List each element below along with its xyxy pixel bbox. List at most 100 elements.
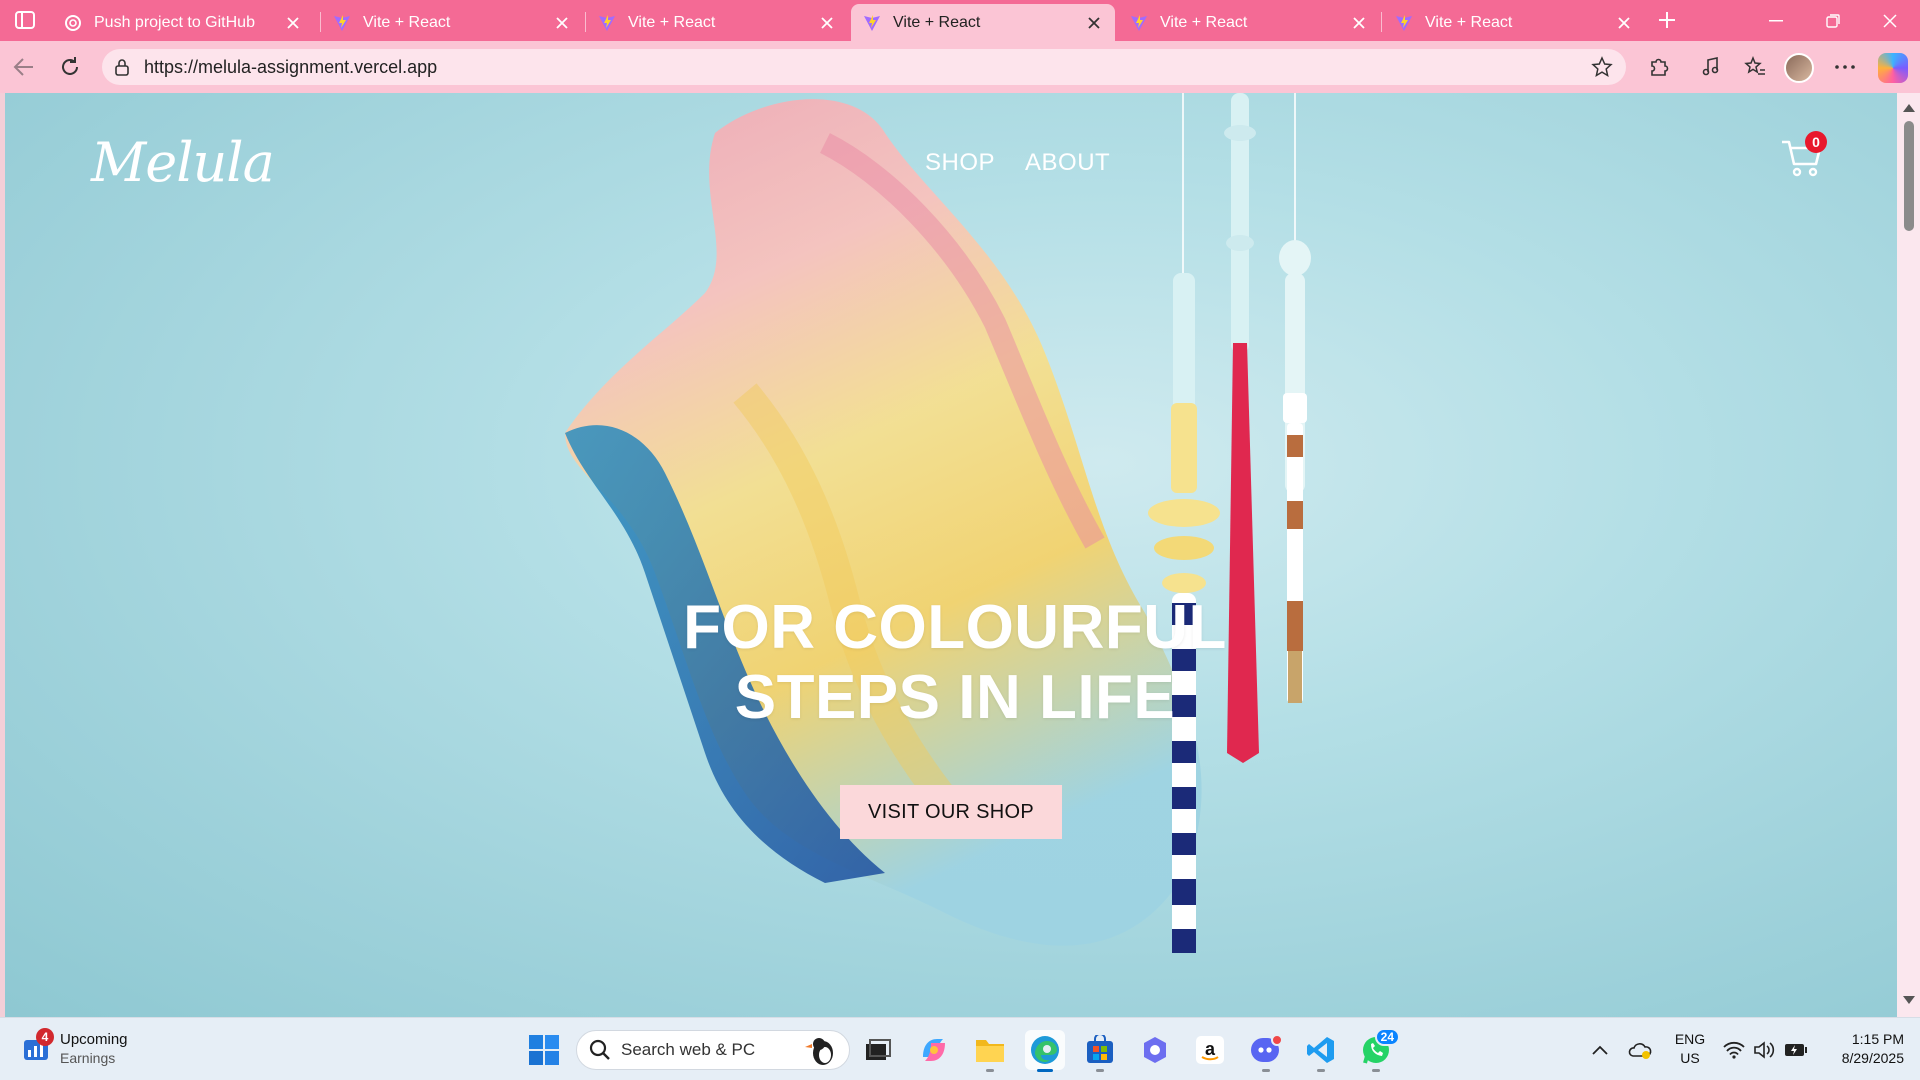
restore-icon <box>1826 13 1840 28</box>
puzzle-icon <box>1651 58 1669 76</box>
file-explorer-icon <box>976 1040 1004 1062</box>
extensions-button[interactable] <box>1644 52 1674 82</box>
chart-widget-icon: 4 <box>22 1028 54 1064</box>
restore-button[interactable] <box>1805 0 1861 41</box>
tab-vite-react-2[interactable]: Vite + React <box>586 4 848 41</box>
new-tab-button[interactable] <box>1652 6 1682 34</box>
tab-title: Vite + React <box>893 13 981 31</box>
refresh-icon <box>62 57 78 75</box>
widgets-button[interactable]: 4 Upcoming Earnings <box>22 1028 128 1068</box>
nav-link-about[interactable]: ABOUT <box>1025 149 1110 177</box>
vite-icon <box>1396 14 1412 31</box>
scroll-up-arrow-icon[interactable] <box>1902 101 1916 115</box>
tab-vite-react-5[interactable]: Vite + React <box>1383 4 1645 41</box>
tab-title: Push project to GitHub <box>94 13 255 31</box>
vite-icon <box>1131 14 1147 31</box>
widget-badge: 4 <box>36 1028 54 1046</box>
site-logo[interactable]: Melula <box>91 131 275 194</box>
taskbar-search[interactable]: Search web & PC <box>576 1030 850 1070</box>
puffin-icon <box>805 1038 833 1065</box>
vite-icon <box>599 14 615 31</box>
media-button[interactable] <box>1696 52 1726 82</box>
back-button[interactable] <box>8 51 40 83</box>
close-icon[interactable] <box>1615 14 1633 32</box>
close-icon[interactable] <box>818 14 836 32</box>
tab-vite-react-4[interactable]: Vite + React <box>1118 4 1380 41</box>
tab-vite-react-1[interactable]: Vite + React <box>321 4 583 41</box>
page-scrollbar[interactable] <box>1897 93 1920 1017</box>
clock-date: 8/29/2025 <box>1841 1050 1904 1066</box>
favorites-list-icon <box>1744 56 1765 75</box>
tab-panel-icon <box>15 11 35 29</box>
task-view-icon <box>866 1039 891 1060</box>
favorites-button[interactable] <box>1740 52 1770 82</box>
widget-title: Upcoming <box>60 1031 128 1048</box>
scroll-thumb[interactable] <box>1904 121 1914 231</box>
copilot-app-button[interactable] <box>914 1030 954 1070</box>
file-explorer-button[interactable] <box>970 1030 1010 1072</box>
system-clock[interactable]: 1:15 PM 8/29/2025 <box>1820 1030 1904 1068</box>
profile-avatar[interactable] <box>1784 53 1814 83</box>
edge-button[interactable] <box>1025 1030 1065 1072</box>
hero-title: FOR COLOURFUL STEPS IN LIFE <box>625 593 1285 733</box>
clock-time: 1:15 PM <box>1851 1031 1904 1047</box>
cart-count-badge: 0 <box>1805 131 1827 153</box>
minimize-button[interactable] <box>1748 0 1804 41</box>
app-icon <box>1144 1037 1166 1063</box>
task-view-button[interactable] <box>858 1030 898 1070</box>
refresh-button[interactable] <box>54 51 86 83</box>
volume-status[interactable] <box>1752 1038 1776 1062</box>
edge-icon <box>1031 1036 1059 1064</box>
close-icon[interactable] <box>553 14 571 32</box>
search-icon <box>589 1039 610 1060</box>
settings-more-button[interactable] <box>1830 52 1860 82</box>
windows-start-icon[interactable] <box>528 1034 560 1066</box>
amazon-button[interactable]: a <box>1190 1030 1230 1070</box>
show-hidden-icons-button[interactable] <box>1588 1038 1612 1062</box>
nav-link-shop[interactable]: SHOP <box>925 149 995 177</box>
url-text[interactable]: https://melula-assignment.vercel.app <box>144 57 1588 78</box>
battery-charging-icon <box>1785 1044 1807 1056</box>
svg-text:a: a <box>1205 1039 1216 1059</box>
battery-status[interactable] <box>1784 1038 1808 1062</box>
tab-title: Vite + React <box>1160 13 1248 31</box>
app-button[interactable] <box>1135 1030 1175 1070</box>
hero-background-image <box>565 93 1311 953</box>
tab-push-project[interactable]: Push project to GitHub <box>52 4 314 41</box>
copilot-icon[interactable] <box>1878 53 1908 83</box>
plus-icon <box>1659 12 1675 28</box>
tab-strip: Push project to GitHub Vite + React Vite… <box>0 0 1920 41</box>
close-icon[interactable] <box>1085 14 1103 32</box>
copilot-app-icon <box>923 1039 945 1061</box>
close-icon[interactable] <box>284 14 302 32</box>
cloud-warning-icon <box>1628 1043 1652 1059</box>
address-bar[interactable]: https://melula-assignment.vercel.app <box>102 49 1626 85</box>
site-nav: SHOP ABOUT <box>925 149 1110 177</box>
close-icon[interactable] <box>1350 14 1368 32</box>
tab-vite-react-active[interactable]: Vite + React <box>851 4 1115 41</box>
discord-button[interactable] <box>1246 1030 1286 1072</box>
back-arrow-icon <box>13 58 33 76</box>
language-code: ENG <box>1674 1031 1706 1047</box>
microsoft-store-button[interactable] <box>1080 1030 1120 1072</box>
vscode-button[interactable] <box>1301 1030 1341 1072</box>
visit-shop-button[interactable]: VISIT OUR SHOP <box>840 785 1062 839</box>
whatsapp-button[interactable]: 24 <box>1356 1028 1400 1072</box>
close-icon <box>1883 13 1897 28</box>
onedrive-status[interactable] <box>1628 1038 1652 1062</box>
tab-actions-button[interactable] <box>10 7 40 33</box>
page-viewport: Melula SHOP ABOUT 0 FOR COLOURFUL STEPS … <box>5 93 1897 1017</box>
minimize-icon <box>1769 19 1783 21</box>
amazon-icon: a <box>1196 1036 1224 1064</box>
tab-title: Vite + React <box>628 13 716 31</box>
speaker-icon <box>1754 1041 1775 1059</box>
language-indicator[interactable]: ENG US <box>1672 1030 1708 1068</box>
taskbar: 4 Upcoming Earnings Search web & PC a 24… <box>0 1017 1920 1080</box>
widget-subtitle: Earnings <box>60 1050 116 1066</box>
close-window-button[interactable] <box>1862 0 1918 41</box>
wifi-status[interactable] <box>1722 1038 1746 1062</box>
favorite-star-icon[interactable] <box>1588 53 1616 81</box>
site-info-icon[interactable] <box>112 57 132 77</box>
language-region: US <box>1680 1050 1700 1066</box>
scroll-down-arrow-icon[interactable] <box>1902 993 1916 1007</box>
